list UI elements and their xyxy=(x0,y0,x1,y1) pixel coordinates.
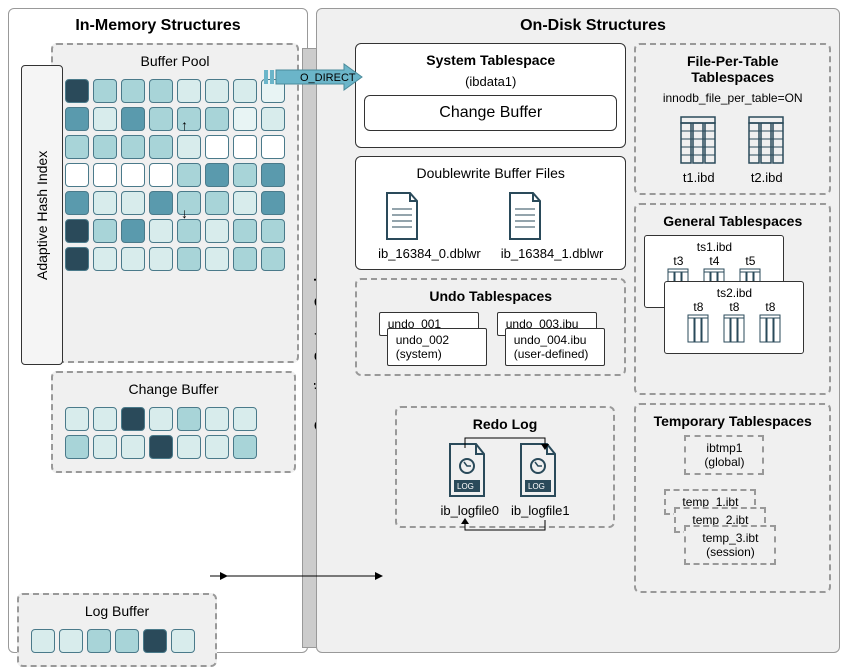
t2-ibd: t2.ibd xyxy=(743,170,791,185)
system-tablespace: System Tablespace (ibdata1) Change Buffe… xyxy=(355,43,626,148)
in-memory-title: In-Memory Structures xyxy=(17,17,299,35)
undo-004: undo_004.ibu (user-defined) xyxy=(505,328,605,366)
change-buffer-disk: Change Buffer xyxy=(364,95,617,131)
buffer-pool-title: Buffer Pool xyxy=(61,53,289,69)
temporary-tablespaces: Temporary Tablespaces ibtmp1 (global) te… xyxy=(634,403,831,593)
undo-title: Undo Tablespaces xyxy=(365,288,616,304)
buffer-pool-grid: ↑ ↓ xyxy=(61,75,289,275)
adaptive-hash-index: Adaptive Hash Index xyxy=(21,65,63,365)
doublewrite-title: Doublewrite Buffer Files xyxy=(364,165,617,181)
dblwr-file-0: ib_16384_0.dblwr xyxy=(378,246,481,261)
redo-title: Redo Log xyxy=(405,416,605,432)
doublewrite-buffer: Doublewrite Buffer Files ib_16384_0.dblw… xyxy=(355,156,626,270)
redo-file-1: ib_logfile1 xyxy=(511,503,570,518)
down-arrow-icon: ↓ xyxy=(181,205,188,221)
o-direct-label: O_DIRECT xyxy=(300,72,356,84)
ibtmp1: ibtmp1 (global) xyxy=(684,435,764,475)
fpt-config: innodb_file_per_table=ON xyxy=(644,91,821,105)
on-disk-section: On-Disk Structures System Tablespace (ib… xyxy=(316,8,840,653)
arrow-icon xyxy=(210,566,390,586)
general-tablespaces: General Tablespaces ts1.ibd t3 t4 t5 ts2… xyxy=(634,203,831,395)
change-buffer-title: Change Buffer xyxy=(61,381,286,397)
up-arrow-icon: ↑ xyxy=(181,117,188,133)
arrow-icon xyxy=(210,566,230,586)
file-per-table: File-Per-Table Tablespaces innodb_file_p… xyxy=(634,43,831,195)
redo-log: Redo Log LOG ib_logfile0 xyxy=(395,406,615,528)
redo-file-0: ib_logfile0 xyxy=(440,503,499,518)
temp-title: Temporary Tablespaces xyxy=(644,413,821,429)
database-icon xyxy=(679,115,719,165)
change-buffer-memory: Change Buffer xyxy=(51,371,296,473)
file-icon xyxy=(382,191,422,241)
undo-tablespaces: Undo Tablespaces undo_001 undo_002 (syst… xyxy=(355,278,626,376)
log-buffer: Log Buffer xyxy=(17,593,217,667)
on-disk-title: On-Disk Structures xyxy=(355,17,831,35)
temp-3: temp_3.ibt (session) xyxy=(684,525,776,565)
o-direct-arrow: O_DIRECT xyxy=(264,62,364,97)
file-icon xyxy=(505,191,545,241)
database-icon xyxy=(758,314,782,344)
gen-ts-title: General Tablespaces xyxy=(644,213,821,229)
ts1-name: ts1.ibd xyxy=(649,240,779,254)
buffer-pool: Buffer Pool ↑ ↓ xyxy=(51,43,299,363)
t1-ibd: t1.ibd xyxy=(675,170,723,185)
database-icon xyxy=(686,314,710,344)
system-tablespace-title: System Tablespace xyxy=(364,52,617,68)
ts2-name: ts2.ibd xyxy=(669,286,799,300)
svg-text:LOG: LOG xyxy=(457,482,474,491)
database-icon xyxy=(722,314,746,344)
undo-002: undo_002 (system) xyxy=(387,328,487,366)
system-tablespace-subtitle: (ibdata1) xyxy=(364,74,617,89)
change-buffer-grid xyxy=(61,403,286,463)
svg-text:LOG: LOG xyxy=(528,482,545,491)
in-memory-section: In-Memory Structures Adaptive Hash Index… xyxy=(8,8,308,653)
dblwr-file-1: ib_16384_1.dblwr xyxy=(501,246,604,261)
log-buffer-grid xyxy=(27,625,207,657)
fpt-title: File-Per-Table Tablespaces xyxy=(644,53,821,85)
database-icon xyxy=(747,115,787,165)
log-buffer-title: Log Buffer xyxy=(27,603,207,619)
